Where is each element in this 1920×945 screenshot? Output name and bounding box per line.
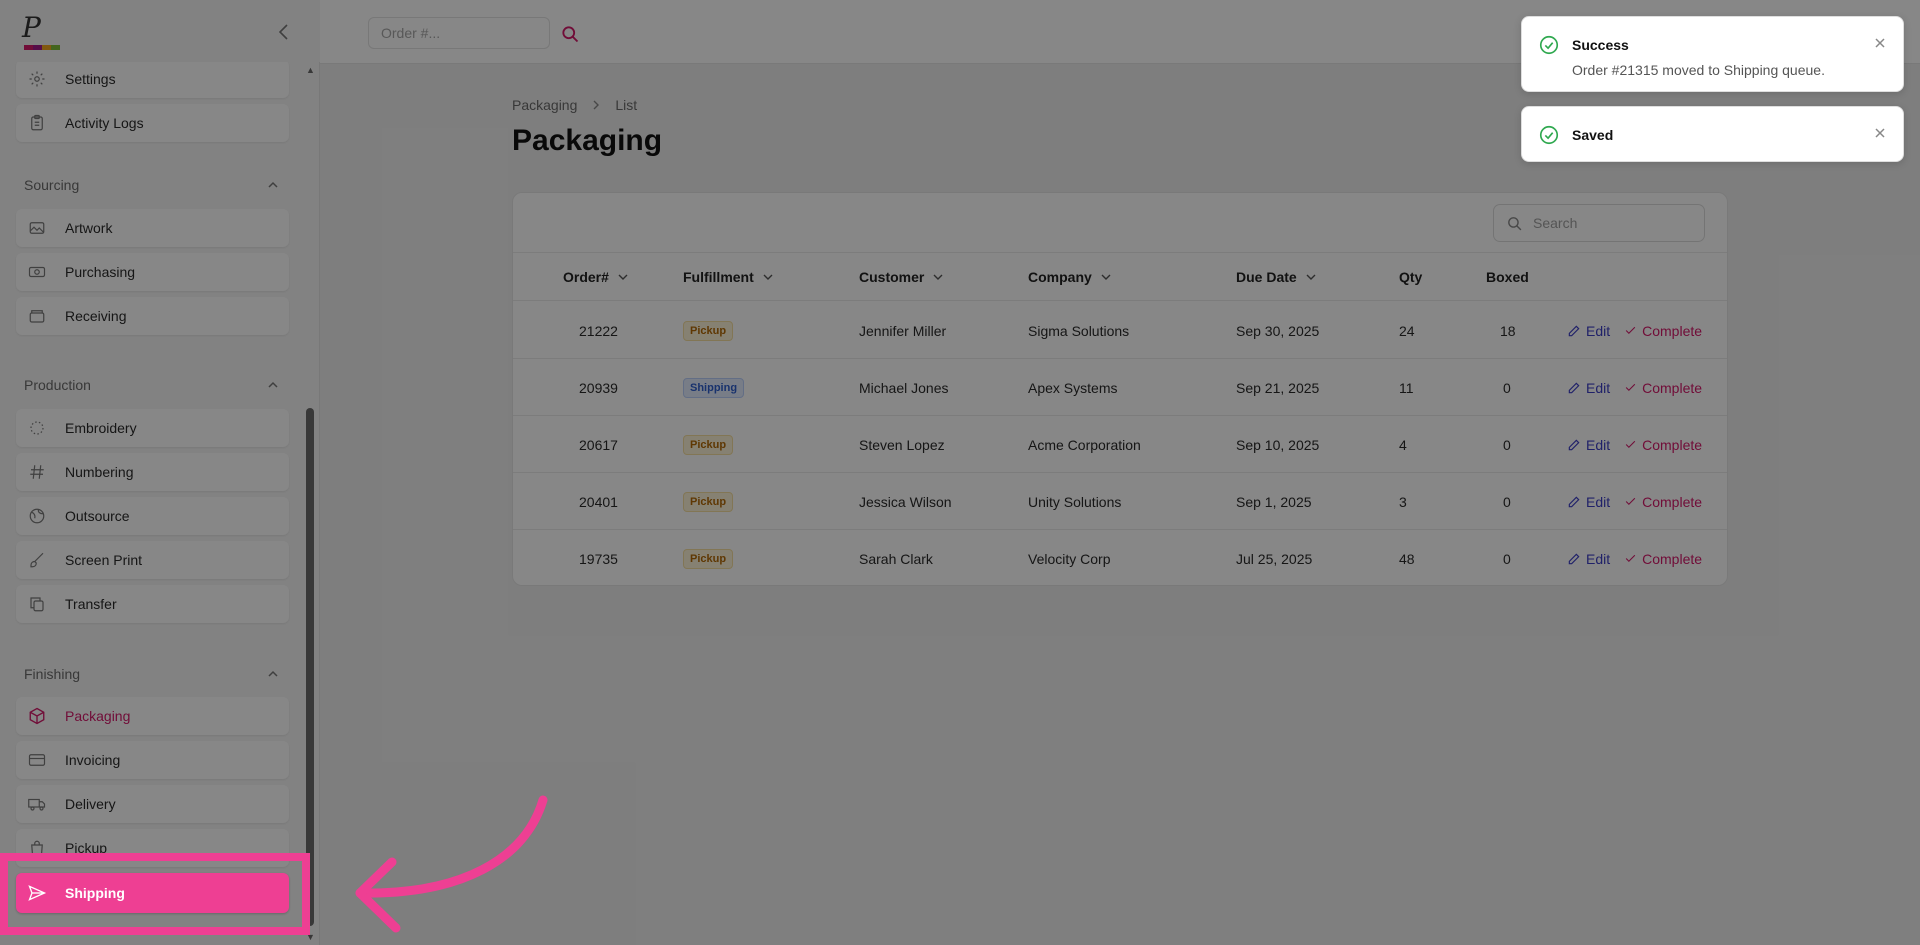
check-circle-icon (1539, 125, 1559, 145)
toast-title: Success (1572, 37, 1629, 53)
pointer-arrow-icon (355, 795, 548, 933)
sidebar-item-label: Shipping (65, 885, 125, 901)
toast-message: Order #21315 moved to Shipping queue. (1572, 62, 1825, 78)
toast-saved: Saved (1521, 106, 1904, 162)
close-icon[interactable] (1873, 126, 1887, 140)
toast-title: Saved (1572, 127, 1614, 143)
close-icon[interactable] (1873, 36, 1887, 50)
send-icon (26, 882, 48, 904)
toast-success: Success Order #21315 moved to Shipping q… (1521, 16, 1904, 92)
check-circle-icon (1539, 35, 1559, 55)
sidebar-item-shipping[interactable]: Shipping (16, 873, 289, 913)
